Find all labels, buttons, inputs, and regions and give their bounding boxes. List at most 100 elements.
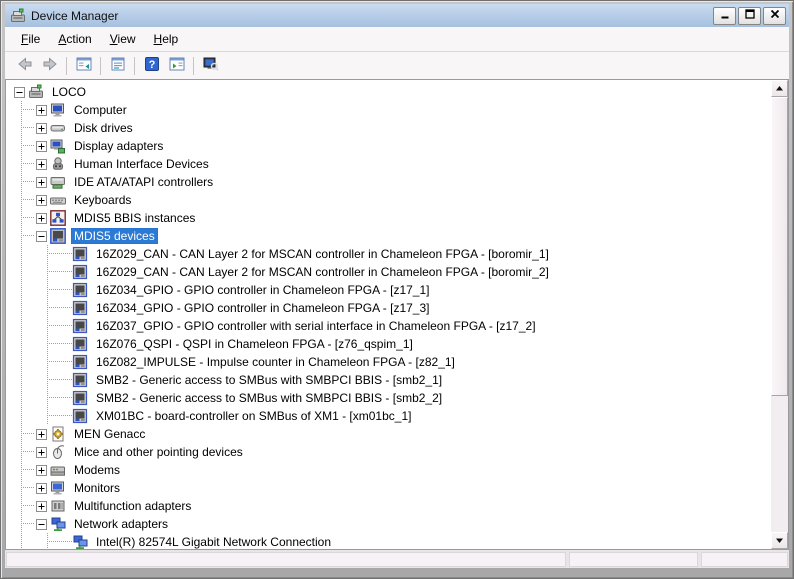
mdis-icon	[50, 228, 67, 244]
vertical-scrollbar[interactable]	[771, 80, 788, 549]
tree-item[interactable]: Disk drives	[6, 119, 771, 137]
expand-toggle-minus[interactable]	[36, 231, 50, 242]
tree-item-label[interactable]: Modems	[71, 462, 123, 478]
expand-toggle-plus[interactable]	[36, 429, 50, 440]
expand-toggle-plus[interactable]	[36, 501, 50, 512]
mdis-device-icon	[72, 246, 89, 262]
toolbar-separator	[66, 57, 67, 75]
tree-item[interactable]: Computer	[6, 101, 771, 119]
show-console-tree-button[interactable]	[71, 54, 96, 78]
tree-item[interactable]: Network adapters	[6, 515, 771, 533]
tree-item-label[interactable]: MDIS5 BBIS instances	[71, 210, 198, 226]
tree-item-label[interactable]: 16Z034_GPIO - GPIO controller in Chamele…	[93, 282, 433, 298]
title-bar[interactable]: Device Manager	[5, 4, 789, 27]
tree-item-label[interactable]: LOCO	[49, 84, 89, 100]
tree-item[interactable]: Multifunction adapters	[6, 497, 771, 515]
tree-item[interactable]: Intel(R) 82574L Gigabit Network Connecti…	[6, 533, 771, 550]
back-button[interactable]	[12, 54, 37, 78]
menu-help[interactable]: Help	[145, 29, 188, 49]
tree-item-label[interactable]: Network adapters	[71, 516, 171, 532]
tree-item[interactable]: 16Z034_GPIO - GPIO controller in Chamele…	[6, 281, 771, 299]
scroll-down-button[interactable]	[771, 532, 788, 549]
triangle-up-icon	[775, 84, 784, 93]
tree-item[interactable]: Human Interface Devices	[6, 155, 771, 173]
menu-file[interactable]: File	[12, 29, 49, 49]
minimize-button[interactable]	[713, 7, 736, 25]
tree-item-label[interactable]: 16Z082_IMPULSE - Impulse counter in Cham…	[93, 354, 458, 370]
tree-item-label[interactable]: 16Z037_GPIO - GPIO controller with seria…	[93, 318, 539, 334]
tree-item[interactable]: MDIS5 devices	[6, 227, 771, 245]
tree-item-label[interactable]: Human Interface Devices	[71, 156, 212, 172]
tree-item[interactable]: MDIS5 BBIS instances	[6, 209, 771, 227]
tree-item-label[interactable]: Intel(R) 82574L Gigabit Network Connecti…	[93, 534, 334, 550]
tree-item-label[interactable]: MEN Genacc	[71, 426, 148, 442]
expand-toggle-plus[interactable]	[36, 141, 50, 152]
tree-item[interactable]: Modems	[6, 461, 771, 479]
tree-item-label[interactable]: Computer	[71, 102, 130, 118]
tree-item[interactable]: Keyboards	[6, 191, 771, 209]
tree-item-label[interactable]: SMB2 - Generic access to SMBus with SMBP…	[93, 372, 445, 388]
help-button[interactable]: ?	[139, 54, 164, 78]
tree-item[interactable]: SMB2 - Generic access to SMBus with SMBP…	[6, 389, 771, 407]
expand-toggle-plus[interactable]	[36, 195, 50, 206]
display-adapter-icon	[50, 138, 67, 154]
tree-item-label[interactable]: Display adapters	[71, 138, 166, 154]
arrow-right-icon	[42, 56, 58, 75]
expand-toggle-plus[interactable]	[36, 465, 50, 476]
properties-button[interactable]	[105, 54, 130, 78]
tree-item[interactable]: MEN Genacc	[6, 425, 771, 443]
window-title: Device Manager	[31, 9, 118, 23]
tree-item[interactable]: LOCO	[6, 83, 771, 101]
tree-item[interactable]: Mice and other pointing devices	[6, 443, 771, 461]
tree-item-label[interactable]: MDIS5 devices	[71, 228, 158, 244]
expand-toggle-plus[interactable]	[36, 213, 50, 224]
tree-item-label[interactable]: IDE ATA/ATAPI controllers	[71, 174, 216, 190]
tree-item[interactable]: XM01BC - board-controller on SMBus of XM…	[6, 407, 771, 425]
status-pane	[701, 552, 788, 567]
tree-item[interactable]: 16Z037_GPIO - GPIO controller with seria…	[6, 317, 771, 335]
tree-item-label[interactable]: Keyboards	[71, 192, 134, 208]
close-button[interactable]	[763, 7, 786, 25]
tree-item[interactable]: 16Z029_CAN - CAN Layer 2 for MSCAN contr…	[6, 263, 771, 281]
tree-item-label[interactable]: Disk drives	[71, 120, 136, 136]
tree-item-label[interactable]: 16Z034_GPIO - GPIO controller in Chamele…	[93, 300, 433, 316]
maximize-button[interactable]	[738, 7, 761, 25]
tree-item[interactable]: IDE ATA/ATAPI controllers	[6, 173, 771, 191]
tree-item[interactable]: Monitors	[6, 479, 771, 497]
scan-hardware-changes-button[interactable]	[198, 54, 223, 78]
forward-button[interactable]	[37, 54, 62, 78]
expand-toggle-plus[interactable]	[36, 159, 50, 170]
tree-item-label[interactable]: Multifunction adapters	[71, 498, 194, 514]
tree-item-label[interactable]: 16Z029_CAN - CAN Layer 2 for MSCAN contr…	[93, 264, 552, 280]
expand-toggle-plus[interactable]	[36, 123, 50, 134]
expand-toggle-plus[interactable]	[36, 447, 50, 458]
tree-item[interactable]: 16Z034_GPIO - GPIO controller in Chamele…	[6, 299, 771, 317]
tree-item-label[interactable]: XM01BC - board-controller on SMBus of XM…	[93, 408, 414, 424]
menu-view[interactable]: View	[101, 29, 145, 49]
tree-item-label[interactable]: SMB2 - Generic access to SMBus with SMBP…	[93, 390, 445, 406]
expand-toggle-plus[interactable]	[36, 177, 50, 188]
maximize-icon	[743, 7, 757, 24]
scrollbar-thumb[interactable]	[771, 97, 788, 396]
expand-toggle-plus[interactable]	[36, 483, 50, 494]
scroll-up-button[interactable]	[771, 80, 788, 97]
device-manager-icon	[10, 8, 26, 24]
expand-toggle-minus[interactable]	[14, 87, 28, 98]
tree-item-label[interactable]: 16Z076_QSPI - QSPI in Chameleon FPGA - […	[93, 336, 416, 352]
expand-toggle-minus[interactable]	[36, 519, 50, 530]
ide-controller-icon	[50, 174, 67, 190]
properties-icon	[110, 56, 126, 75]
show-action-pane-button[interactable]	[164, 54, 189, 78]
tree-item-label[interactable]: 16Z029_CAN - CAN Layer 2 for MSCAN contr…	[93, 246, 552, 262]
tree-item[interactable]: 16Z076_QSPI - QSPI in Chameleon FPGA - […	[6, 335, 771, 353]
tree-item[interactable]: 16Z029_CAN - CAN Layer 2 for MSCAN contr…	[6, 245, 771, 263]
tree-item[interactable]: SMB2 - Generic access to SMBus with SMBP…	[6, 371, 771, 389]
mdis-device-icon	[72, 282, 89, 298]
tree-item-label[interactable]: Mice and other pointing devices	[71, 444, 246, 460]
menu-action[interactable]: Action	[49, 29, 100, 49]
tree-item-label[interactable]: Monitors	[71, 480, 123, 496]
tree-item[interactable]: 16Z082_IMPULSE - Impulse counter in Cham…	[6, 353, 771, 371]
expand-toggle-plus[interactable]	[36, 105, 50, 116]
tree-item[interactable]: Display adapters	[6, 137, 771, 155]
status-pane	[6, 552, 566, 567]
